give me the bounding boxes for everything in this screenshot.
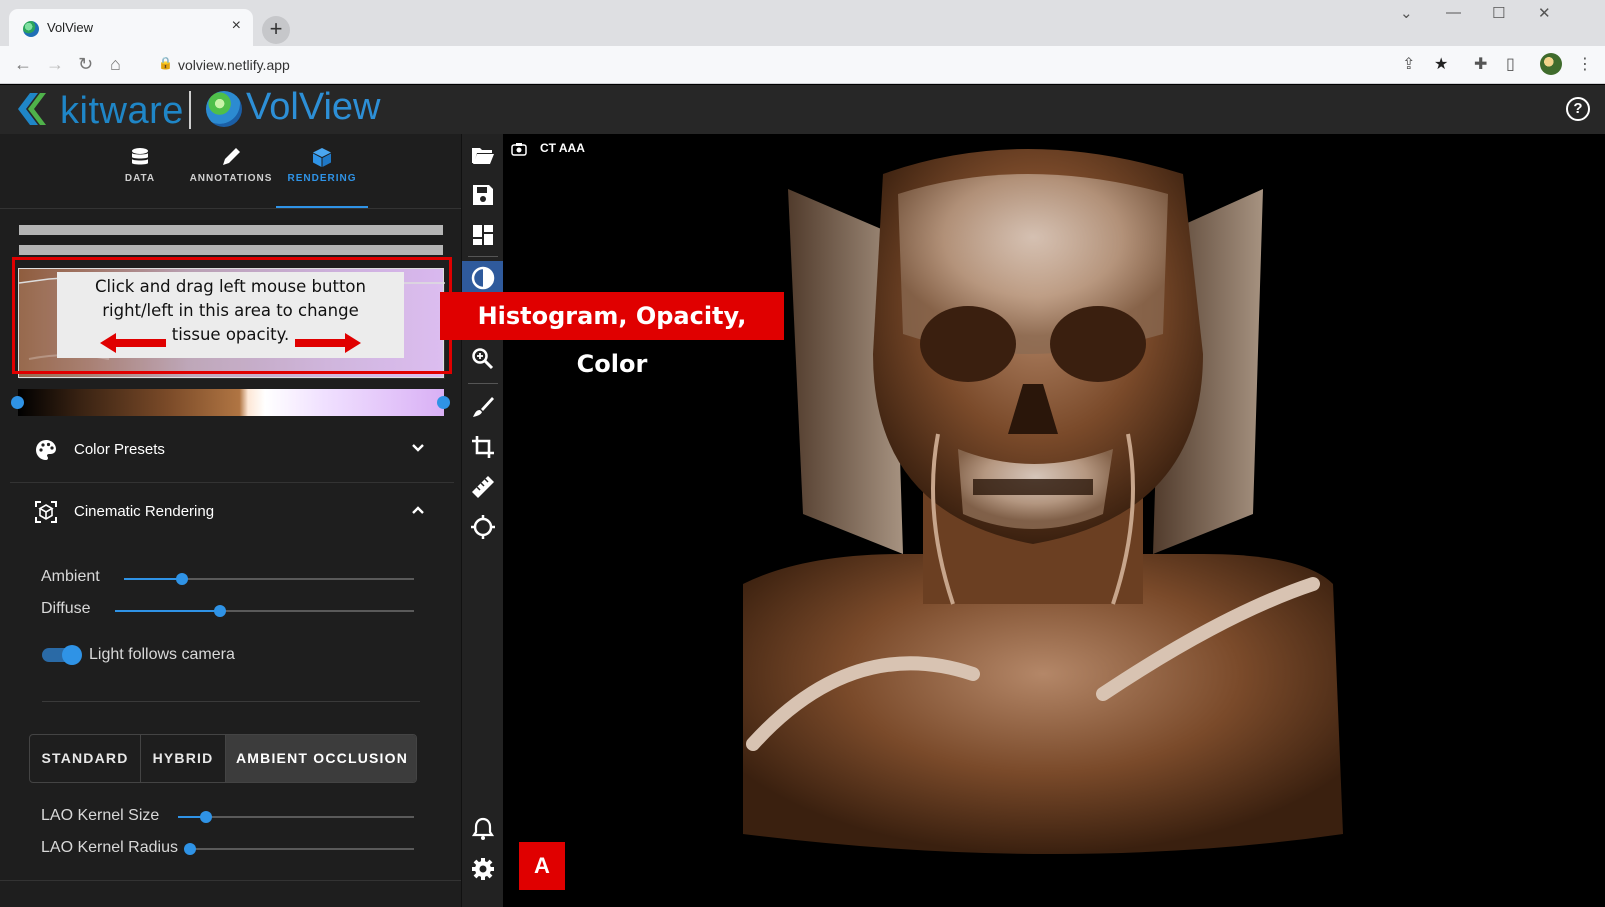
back-icon[interactable]: ← bbox=[14, 54, 32, 75]
tab-data-label: DATA bbox=[124, 173, 156, 184]
volview-favicon-icon bbox=[23, 21, 39, 37]
pencil-icon bbox=[223, 148, 240, 165]
browser-tab-strip: VolView × + ⌄ — ☐ ✕ bbox=[0, 0, 1605, 46]
diffuse-slider-thumb[interactable] bbox=[213, 605, 226, 617]
histogram-track-second bbox=[19, 245, 443, 255]
database-icon bbox=[132, 148, 148, 165]
tab-data[interactable]: DATA bbox=[100, 134, 180, 208]
profile-avatar[interactable] bbox=[1540, 53, 1562, 75]
cinematic-divider bbox=[42, 701, 420, 702]
palette-icon bbox=[36, 440, 56, 460]
extensions-icon[interactable]: ✚ bbox=[1474, 54, 1487, 74]
logo-divider bbox=[189, 91, 191, 129]
rendering-mode-group: STANDARD HYBRID AMBIENT OCCLUSION bbox=[29, 734, 417, 783]
cinematic-rendering-title: Cinematic Rendering bbox=[74, 503, 215, 520]
panel-a-badge: A bbox=[519, 842, 565, 890]
ambient-label: Ambient bbox=[41, 568, 100, 585]
reload-icon[interactable]: ↻ bbox=[78, 54, 93, 75]
minimize-icon[interactable]: — bbox=[1446, 4, 1461, 21]
lao-kernel-radius-track[interactable] bbox=[190, 848, 414, 850]
tab-annotations[interactable]: ANNOTATIONS bbox=[185, 134, 277, 208]
screenshot-camera-icon[interactable] bbox=[511, 142, 527, 156]
new-tab-button[interactable]: + bbox=[262, 16, 290, 44]
panel-tabs: DATA ANNOTATIONS RENDERING bbox=[0, 134, 461, 208]
cinematic-cube-icon bbox=[35, 501, 57, 523]
maximize-icon[interactable]: ☐ bbox=[1492, 4, 1505, 22]
color-range-max-handle[interactable] bbox=[437, 396, 450, 409]
share-icon[interactable]: ⇪ bbox=[1402, 54, 1415, 74]
chevron-up-icon[interactable] bbox=[410, 502, 426, 518]
crop-icon[interactable] bbox=[470, 434, 496, 460]
hybrid-mode-button[interactable]: HYBRID bbox=[141, 735, 226, 782]
color-transfer-bar[interactable] bbox=[18, 389, 444, 416]
color-range-min-handle[interactable] bbox=[11, 396, 24, 409]
color-presets-title: Color Presets bbox=[74, 441, 165, 458]
volview-logo-icon bbox=[206, 91, 242, 127]
browser-menu-icon[interactable]: ⋮ bbox=[1577, 54, 1593, 74]
lao-kernel-size-track[interactable] bbox=[178, 816, 414, 818]
panel-bottom-divider bbox=[0, 880, 461, 881]
lao-kernel-radius-label: LAO Kernel Radius bbox=[41, 839, 178, 856]
ruler-icon[interactable] bbox=[470, 474, 496, 500]
light-follows-camera-toggle-thumb[interactable] bbox=[62, 645, 82, 665]
lao-kernel-radius-thumb[interactable] bbox=[184, 843, 196, 855]
kitware-k-icon bbox=[18, 93, 46, 125]
ambient-slider-fill bbox=[124, 578, 182, 580]
kitware-logo: kitware bbox=[16, 89, 183, 132]
histogram-callout-label: Histogram, Opacity, Color bbox=[440, 292, 784, 378]
tab-search-icon[interactable]: ⌄ bbox=[1400, 4, 1413, 22]
dataset-label: CT AAA bbox=[540, 141, 585, 155]
paint-brush-icon[interactable] bbox=[470, 394, 496, 420]
layout-icon[interactable] bbox=[470, 222, 496, 248]
3d-viewport[interactable]: CT AAA bbox=[503, 134, 1605, 907]
help-button[interactable]: ? bbox=[1566, 97, 1590, 121]
notifications-bell-icon[interactable] bbox=[470, 816, 496, 842]
diffuse-slider-fill bbox=[115, 610, 220, 612]
ambient-occlusion-mode-button[interactable]: AMBIENT OCCLUSION bbox=[226, 735, 416, 782]
tab-rendering[interactable]: RENDERING bbox=[276, 134, 368, 208]
standard-mode-button[interactable]: STANDARD bbox=[30, 735, 141, 782]
cinematic-rendering-header[interactable]: Cinematic Rendering bbox=[10, 482, 454, 542]
tool-strip bbox=[461, 134, 504, 907]
crosshair-icon[interactable] bbox=[470, 514, 496, 540]
app-header: kitware VolView ? bbox=[0, 85, 1605, 134]
volume-rendering bbox=[743, 149, 1343, 854]
kitware-wordmark: kitware bbox=[60, 90, 184, 132]
url-text: volview.netlify.app bbox=[178, 57, 290, 73]
browser-toolbar: ← → ↻ ⌂ 🔒 volview.netlify.app ⇪ ★ ✚ ▯ ⋮ bbox=[0, 46, 1605, 84]
zoom-icon[interactable] bbox=[470, 346, 496, 372]
tool-divider bbox=[468, 256, 498, 257]
home-icon[interactable]: ⌂ bbox=[110, 54, 121, 75]
tab-annotations-label: ANNOTATIONS bbox=[189, 173, 273, 184]
open-folder-icon[interactable] bbox=[470, 142, 496, 168]
settings-gear-icon[interactable] bbox=[470, 856, 496, 882]
browser-tab[interactable]: VolView × bbox=[9, 9, 253, 46]
window-level-icon[interactable] bbox=[462, 261, 504, 295]
cube-icon bbox=[313, 148, 331, 167]
side-panel-icon[interactable]: ▯ bbox=[1506, 54, 1515, 74]
ambient-slider-thumb[interactable] bbox=[176, 573, 188, 585]
forward-icon[interactable]: → bbox=[46, 54, 64, 75]
save-icon[interactable] bbox=[470, 182, 496, 208]
tool-divider bbox=[468, 383, 498, 384]
tab-rendering-label: RENDERING bbox=[287, 173, 357, 184]
close-window-icon[interactable]: ✕ bbox=[1538, 4, 1551, 22]
address-bar[interactable]: 🔒 volview.netlify.app bbox=[148, 50, 1398, 80]
color-presets-header[interactable]: Color Presets bbox=[10, 420, 454, 480]
volview-wordmark: VolView bbox=[246, 86, 381, 128]
lock-icon: 🔒 bbox=[158, 56, 173, 70]
diffuse-label: Diffuse bbox=[41, 600, 91, 617]
lao-kernel-size-label: LAO Kernel Size bbox=[41, 807, 160, 824]
light-follows-camera-label: Light follows camera bbox=[89, 646, 235, 663]
browser-tab-title: VolView bbox=[47, 20, 94, 35]
bookmark-star-icon[interactable]: ★ bbox=[1434, 54, 1448, 74]
close-tab-icon[interactable]: × bbox=[232, 17, 241, 35]
chevron-down-icon[interactable] bbox=[410, 440, 426, 456]
histogram-track-top bbox=[19, 225, 443, 235]
tabs-divider bbox=[0, 208, 461, 209]
histogram-highlight-box bbox=[12, 257, 452, 374]
